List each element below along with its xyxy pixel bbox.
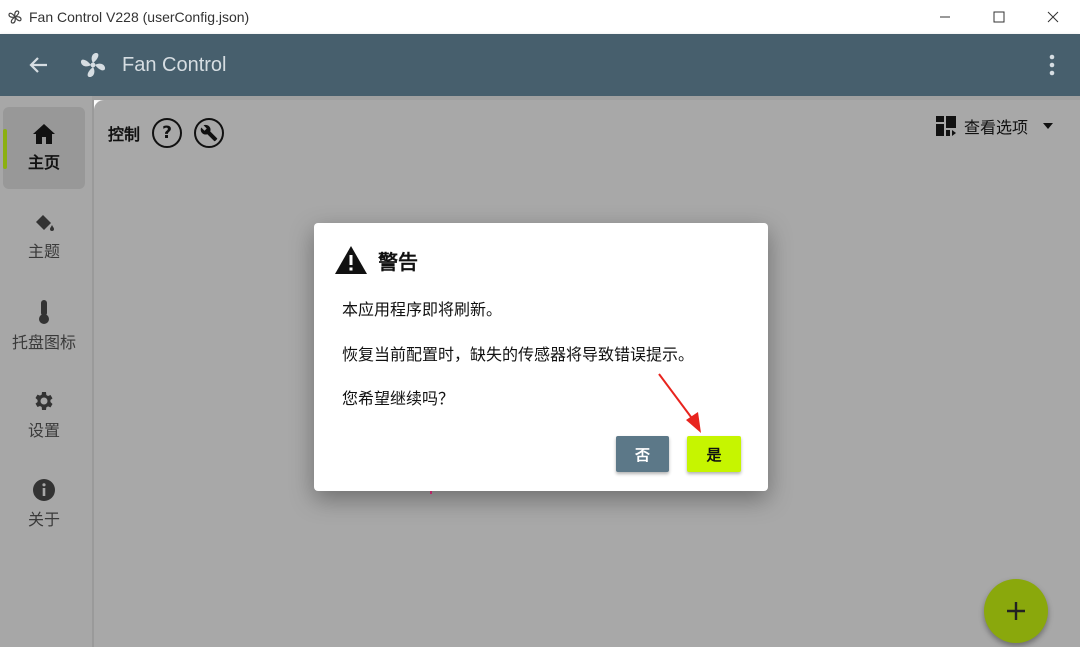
maximize-button[interactable] <box>972 0 1026 34</box>
sidebar-item-home[interactable]: 主页 <box>3 107 85 189</box>
sidebar-item-label: 主题 <box>27 242 60 261</box>
sidebar-item-label: 设置 <box>27 421 60 440</box>
maximize-icon <box>993 11 1005 23</box>
dialog-header: 警告 <box>334 245 418 275</box>
no-button[interactable]: 否 <box>616 436 669 472</box>
minimize-icon <box>940 16 950 18</box>
yes-button[interactable]: 是 <box>687 436 741 472</box>
active-indicator <box>3 129 7 169</box>
wrench-icon[interactable] <box>194 118 225 148</box>
dialog-title: 警告 <box>378 249 418 274</box>
sidebar-item-about[interactable]: 关于 <box>3 463 85 545</box>
close-icon <box>1047 11 1059 23</box>
home-icon <box>33 124 55 144</box>
window-titlebar: Fan Control V228 (userConfig.json) <box>0 0 1080 34</box>
info-icon <box>33 479 55 501</box>
close-button[interactable] <box>1026 0 1080 34</box>
sidebar-item-label: 托盘图标 <box>11 333 76 352</box>
sidebar-item-label: 主页 <box>27 153 60 172</box>
gear-icon <box>35 392 53 410</box>
app-header: Fan Control <box>0 34 1080 96</box>
window-title: Fan Control V228 (userConfig.json) <box>29 9 250 25</box>
more-menu-button[interactable] <box>1044 51 1060 79</box>
plus-icon <box>1007 602 1025 620</box>
help-icon[interactable]: ? <box>152 118 183 148</box>
dialog-message-line3: 您希望继续吗？ <box>342 389 455 408</box>
dashboard-icon <box>935 116 956 136</box>
view-options-label: 查看选项 <box>963 118 1028 137</box>
warning-dialog: 警告 本应用程序即将刷新。 恢复当前配置时，缺失的传感器将导致错误提示。 您希望… <box>314 223 768 491</box>
sidebar-item-settings[interactable]: 设置 <box>3 374 85 456</box>
app-name: Fan Control <box>122 53 227 76</box>
add-button[interactable] <box>984 579 1048 643</box>
controls-header: 控制 ? <box>108 118 236 148</box>
warning-icon <box>335 246 367 274</box>
more-vertical-icon <box>1049 54 1055 76</box>
dialog-message-line1: 本应用程序即将刷新。 <box>342 300 503 319</box>
view-options-dropdown[interactable]: 查看选项 <box>934 114 1054 138</box>
sidebar-item-tray-icon[interactable]: 托盘图标 <box>3 285 85 367</box>
dialog-message-line2: 恢复当前配置时，缺失的传感器将导致错误提示。 <box>342 345 695 364</box>
thermometer-icon <box>39 300 49 324</box>
arrow-left-icon <box>29 57 47 73</box>
controls-label: 控制 <box>108 125 141 144</box>
back-button[interactable] <box>22 48 56 82</box>
sidebar-item-label: 关于 <box>27 510 60 529</box>
minimize-button[interactable] <box>918 0 972 34</box>
caret-down-icon <box>1043 123 1053 129</box>
fan-logo-icon <box>76 48 110 82</box>
sidebar-item-theme[interactable]: 主题 <box>3 196 85 278</box>
paint-bucket-icon <box>36 215 54 231</box>
fan-icon <box>5 7 25 27</box>
